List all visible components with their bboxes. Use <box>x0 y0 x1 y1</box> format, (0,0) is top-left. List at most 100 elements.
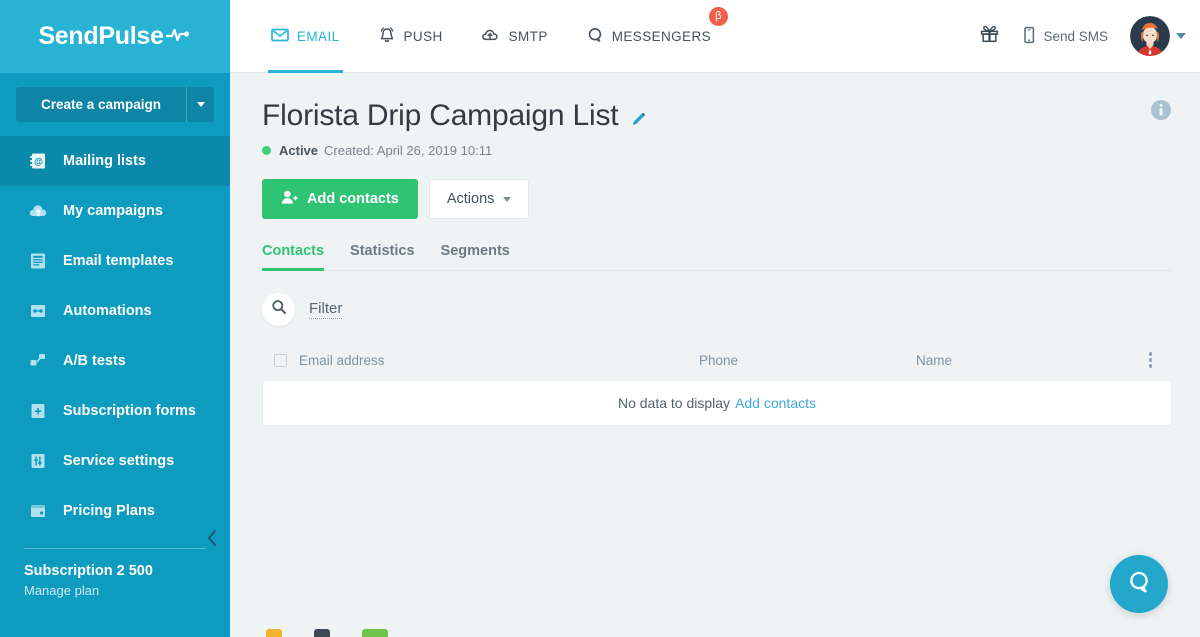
tab-statistics-label: Statistics <box>350 243 414 259</box>
main-area: EMAIL PUSH <box>230 0 1200 637</box>
template-icon <box>27 250 49 272</box>
chevron-left-icon <box>206 529 219 552</box>
chevron-down-icon <box>1176 33 1186 39</box>
footer-icon-2 <box>314 629 330 637</box>
sidebar-nav: @ Mailing lists My campaigns <box>0 136 230 536</box>
tab-messengers[interactable]: MESSENGERS β <box>567 0 730 73</box>
tab-contacts-label: Contacts <box>262 243 324 259</box>
empty-state-text: No data to display <box>618 395 730 411</box>
select-all-checkbox[interactable] <box>274 354 287 367</box>
user-menu[interactable] <box>1130 16 1186 56</box>
avatar <box>1130 16 1170 56</box>
sidebar-item-automations[interactable]: Automations <box>0 286 230 336</box>
sidebar-item-label: Subscription forms <box>63 403 196 419</box>
column-header-name[interactable]: Name <box>916 353 1145 368</box>
upload-cloud-icon <box>27 200 49 222</box>
sidebar-item-label: Pricing Plans <box>63 503 155 519</box>
sidebar-collapse-button[interactable] <box>200 528 224 552</box>
wallet-icon <box>27 500 49 522</box>
created-date: Created: April 26, 2019 10:11 <box>324 143 492 158</box>
tab-email-label: EMAIL <box>297 29 340 44</box>
sidebar-item-label: Mailing lists <box>63 153 146 169</box>
sidebar-item-label: Service settings <box>63 453 174 469</box>
chevron-down-icon <box>503 197 511 202</box>
user-plus-icon <box>281 189 298 209</box>
brand-logo[interactable]: SendPulse <box>0 0 230 73</box>
beta-badge: β <box>709 7 728 26</box>
table-header-row: Email address Phone Name <box>262 344 1172 376</box>
bell-icon <box>378 26 396 47</box>
sidebar-item-label: My campaigns <box>63 203 163 219</box>
top-bar-right: Send SMS <box>979 16 1186 56</box>
page-title-row: Florista Drip Campaign List <box>262 99 1172 133</box>
sidebar-item-ab-tests[interactable]: A/B tests <box>0 336 230 386</box>
sliders-icon <box>27 450 49 472</box>
tab-messengers-label: MESSENGERS <box>612 29 711 44</box>
sidebar-item-email-templates[interactable]: Email templates <box>0 236 230 286</box>
status-dot-icon <box>262 146 271 155</box>
sidebar-item-my-campaigns[interactable]: My campaigns <box>0 186 230 236</box>
add-contacts-label: Add contacts <box>307 191 399 207</box>
page-meta: Active Created: April 26, 2019 10:11 <box>262 143 1172 158</box>
tab-smtp[interactable]: SMTP <box>462 0 567 73</box>
add-contacts-button[interactable]: Add contacts <box>262 179 418 219</box>
kebab-menu-icon[interactable] <box>1145 348 1157 372</box>
create-campaign-wrap: Create a campaign <box>0 73 230 134</box>
sidebar-item-pricing-plans[interactable]: Pricing Plans <box>0 486 230 536</box>
subscription-plan-block: Subscription 2 500 Manage plan <box>0 549 230 598</box>
top-nav: EMAIL PUSH <box>252 0 730 73</box>
search-button[interactable] <box>262 293 295 326</box>
address-book-icon: @ <box>27 150 49 172</box>
brand-logo-text: SendPulse <box>38 22 163 51</box>
tab-push[interactable]: PUSH <box>359 0 462 73</box>
chat-widget-button[interactable] <box>1110 555 1168 613</box>
cloud-upload-icon <box>481 26 501 47</box>
chat-bubble-icon <box>586 26 604 47</box>
sidebar-item-label: Email templates <box>63 253 173 269</box>
status-badge: Active <box>279 143 318 158</box>
flow-icon <box>27 300 49 322</box>
tab-contacts[interactable]: Contacts <box>262 243 324 270</box>
tab-email[interactable]: EMAIL <box>252 0 359 73</box>
sidebar-item-subscription-forms[interactable]: Subscription forms <box>0 386 230 436</box>
chevron-down-icon <box>197 102 205 107</box>
footer-partial-icons <box>266 629 388 637</box>
footer-icon-1 <box>266 629 282 637</box>
tab-statistics[interactable]: Statistics <box>350 243 414 270</box>
gift-icon[interactable] <box>979 23 1000 49</box>
actions-label: Actions <box>447 191 495 207</box>
actions-dropdown-button[interactable]: Actions <box>429 179 530 219</box>
tab-smtp-label: SMTP <box>509 29 548 44</box>
top-bar: EMAIL PUSH <box>230 0 1200 73</box>
tab-segments[interactable]: Segments <box>441 243 510 270</box>
sidebar-item-service-settings[interactable]: Service settings <box>0 436 230 486</box>
column-header-phone[interactable]: Phone <box>699 353 916 368</box>
sidebar: SendPulse Create a campaign <box>0 0 230 637</box>
send-sms-label: Send SMS <box>1043 29 1108 44</box>
pulse-icon <box>166 26 192 47</box>
sidebar-item-mailing-lists[interactable]: @ Mailing lists <box>0 136 230 186</box>
search-icon <box>271 299 287 320</box>
pencil-icon[interactable] <box>630 111 647 133</box>
manage-plan-link[interactable]: Manage plan <box>24 583 230 598</box>
filter-row: Filter <box>262 293 1172 326</box>
sidebar-item-label: Automations <box>63 303 152 319</box>
send-sms-button[interactable]: Send SMS <box>1022 26 1108 47</box>
mobile-phone-icon <box>1022 26 1036 47</box>
create-campaign-button[interactable]: Create a campaign <box>16 87 214 122</box>
create-campaign-label: Create a campaign <box>16 87 186 122</box>
tab-push-label: PUSH <box>404 29 443 44</box>
content-tabs: Contacts Statistics Segments <box>262 243 1172 271</box>
ab-split-icon <box>27 350 49 372</box>
empty-state-add-contacts-link[interactable]: Add contacts <box>735 395 816 411</box>
sidebar-item-label: A/B tests <box>63 353 126 369</box>
tab-segments-label: Segments <box>441 243 510 259</box>
filter-label[interactable]: Filter <box>309 300 342 319</box>
app-root: SendPulse Create a campaign <box>0 0 1200 637</box>
content-area: Florista Drip Campaign List <box>230 73 1200 637</box>
subscription-plan-title: Subscription 2 500 <box>24 563 230 579</box>
svg-text:@: @ <box>34 156 43 166</box>
column-header-email[interactable]: Email address <box>299 353 699 368</box>
create-campaign-dropdown[interactable] <box>186 87 214 122</box>
info-circle-icon[interactable] <box>1150 99 1172 126</box>
